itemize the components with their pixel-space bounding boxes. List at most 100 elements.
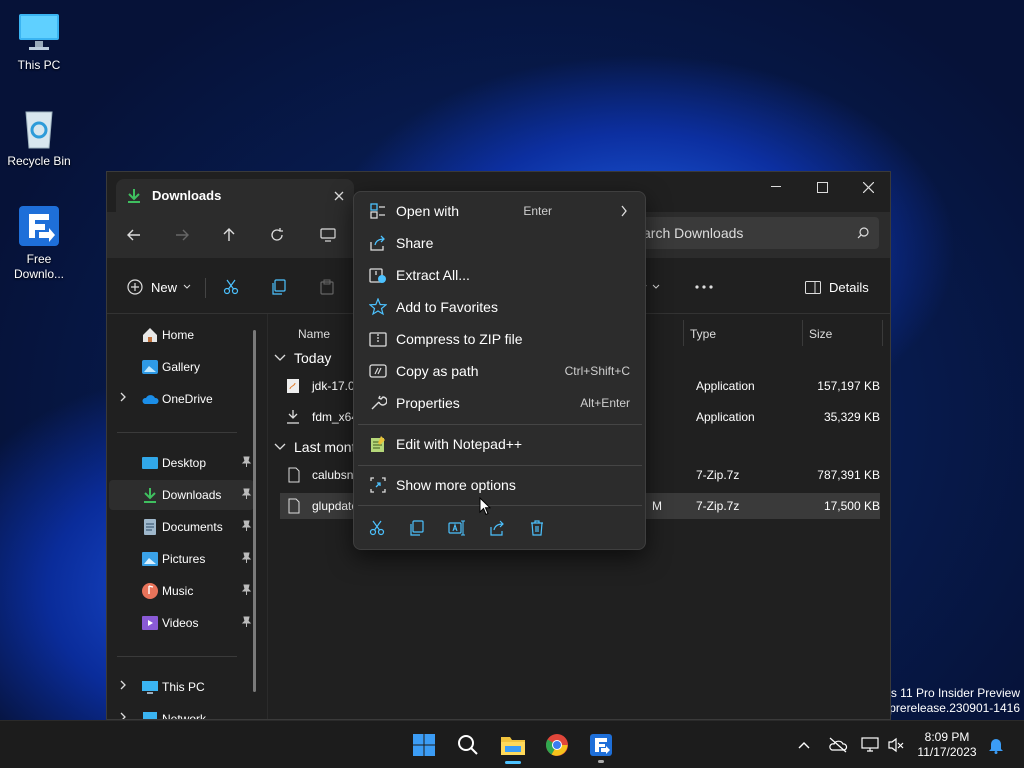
share-button[interactable]: [485, 516, 509, 540]
notifications-button[interactable]: [980, 725, 1012, 765]
menu-item-add-to-favorites[interactable]: Add to Favorites: [358, 292, 642, 322]
column-header-name[interactable]: Name: [298, 320, 330, 348]
tab-downloads[interactable]: Downloads: [116, 179, 354, 212]
monitor-icon: [141, 678, 159, 696]
tab-title: Downloads: [152, 188, 222, 203]
pin-icon[interactable]: [240, 456, 252, 468]
chevron-up-icon: [798, 741, 810, 749]
file-size: 17,500 KB: [823, 499, 880, 513]
copy-button[interactable]: [271, 272, 287, 302]
chevron-down-icon: [274, 443, 286, 451]
toolbar-divider: [205, 278, 206, 298]
menu-item-extract-all[interactable]: Extract All...: [358, 260, 642, 290]
sidebar-item-desktop[interactable]: Desktop: [109, 448, 254, 478]
sidebar-item-onedrive[interactable]: OneDrive: [109, 384, 254, 414]
menu-separator: [358, 424, 642, 425]
desktop-icon-recycle-bin[interactable]: Recycle Bin: [0, 106, 78, 169]
this-pc-breadcrumb-button[interactable]: [313, 220, 343, 250]
taskbar: 8:09 PM 11/17/2023: [0, 720, 1024, 768]
music-icon: [141, 582, 159, 600]
star-icon: [369, 298, 387, 316]
sidebar-item-gallery[interactable]: Gallery: [109, 352, 254, 382]
cut-button[interactable]: [365, 516, 389, 540]
menu-item-copy-as-path[interactable]: Copy as path Ctrl+Shift+C: [358, 356, 642, 386]
menu-item-share[interactable]: Share: [358, 228, 642, 258]
taskbar-chrome[interactable]: [537, 725, 577, 765]
more-options-button[interactable]: [695, 272, 713, 302]
column-header-size[interactable]: Size: [809, 320, 832, 348]
installer-file-icon: [286, 409, 300, 425]
menu-item-properties[interactable]: Properties Alt+Enter: [358, 388, 642, 418]
file-size: 787,391 KB: [817, 468, 880, 482]
copy-button[interactable]: [405, 516, 429, 540]
pictures-icon: [141, 550, 159, 568]
column-separator[interactable]: [882, 320, 883, 346]
onedrive-tray-button[interactable]: [820, 725, 856, 765]
gallery-icon: [141, 358, 159, 376]
chevron-down-icon: [274, 354, 286, 362]
sidebar-item-home[interactable]: Home: [109, 320, 254, 350]
taskbar-file-explorer[interactable]: [493, 725, 533, 765]
running-indicator: [598, 760, 604, 763]
file-type: 7-Zip.7z: [696, 499, 740, 513]
desktop-icon-this-pc[interactable]: This PC: [0, 10, 78, 73]
close-button[interactable]: [845, 172, 890, 202]
add-icon: [127, 279, 143, 295]
sidebar-item-this-pc[interactable]: This PC: [109, 672, 254, 702]
forward-button[interactable]: [167, 220, 197, 250]
pin-icon[interactable]: [240, 488, 252, 500]
menu-item-edit-with-notepad[interactable]: Edit with Notepad++: [358, 429, 642, 459]
pin-icon[interactable]: [240, 552, 252, 564]
sidebar-item-pictures[interactable]: Pictures: [109, 544, 254, 574]
show-hidden-icons-button[interactable]: [786, 725, 822, 765]
rename-button[interactable]: [445, 516, 469, 540]
minimize-button[interactable]: [753, 172, 799, 202]
sidebar-scrollbar[interactable]: [253, 330, 256, 692]
column-header-type[interactable]: Type: [690, 320, 716, 348]
chevron-right-icon: [119, 712, 127, 719]
menu-item-compress-to-zip[interactable]: Compress to ZIP file: [358, 324, 642, 354]
taskbar-free-download-manager[interactable]: [581, 725, 621, 765]
search-button[interactable]: [448, 725, 488, 765]
maximize-button[interactable]: [799, 172, 845, 202]
copy-path-icon: [369, 362, 387, 380]
desktop-icon-label: Free Downlo...: [13, 252, 65, 281]
navigation-pane: Home Gallery OneDrive Desktop Downloads …: [107, 314, 265, 719]
chevron-right-icon: [119, 392, 127, 402]
refresh-button[interactable]: [262, 220, 292, 250]
sidebar-item-videos[interactable]: Videos: [109, 608, 254, 638]
sidebar-item-music[interactable]: Music: [109, 576, 254, 606]
sidebar-item-network[interactable]: Network: [109, 704, 254, 719]
column-separator[interactable]: [802, 320, 803, 346]
pin-icon[interactable]: [240, 520, 252, 532]
sidebar-item-documents[interactable]: Documents: [109, 512, 254, 542]
ellipsis-icon: [695, 285, 713, 289]
group-header-today[interactable]: Today: [274, 350, 331, 366]
start-button[interactable]: [404, 725, 444, 765]
chevron-down-icon: [652, 284, 660, 290]
search-input[interactable]: arch Downloads: [633, 217, 879, 249]
back-button[interactable]: [119, 220, 149, 250]
clipboard-icon: [319, 279, 335, 295]
sidebar-item-downloads[interactable]: Downloads: [109, 480, 254, 510]
cut-button[interactable]: [223, 272, 239, 302]
mouse-cursor: [479, 497, 491, 516]
details-pane-button[interactable]: Details: [805, 272, 869, 302]
clock[interactable]: 8:09 PM 11/17/2023: [912, 730, 982, 760]
group-header-last-month[interactable]: Last mont: [274, 439, 355, 455]
new-button[interactable]: New: [127, 272, 191, 302]
up-button[interactable]: [214, 220, 244, 250]
paste-button[interactable]: [319, 272, 335, 302]
menu-item-show-more-options[interactable]: Show more options: [358, 470, 642, 500]
delete-button[interactable]: [525, 516, 549, 540]
pin-icon[interactable]: [240, 616, 252, 628]
scissors-icon: [223, 279, 239, 295]
column-separator[interactable]: [683, 320, 684, 346]
file-date-partial: M: [652, 499, 662, 513]
details-pane-icon: [805, 280, 821, 294]
close-tab-icon[interactable]: [334, 191, 344, 201]
volume-tray-button[interactable]: [878, 725, 914, 765]
pin-icon[interactable]: [240, 584, 252, 596]
menu-item-open-with[interactable]: Open with Enter: [358, 196, 642, 226]
desktop-icon-free-download-manager[interactable]: Free Downlo...: [0, 204, 78, 282]
